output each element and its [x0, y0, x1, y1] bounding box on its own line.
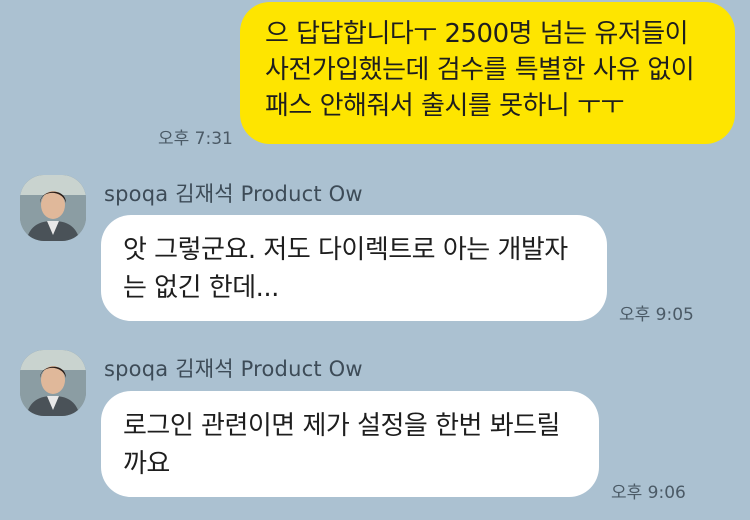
message-timestamp: 오후 9:05 [619, 305, 694, 325]
message-line: 까요 [123, 449, 170, 479]
message-line: 는 없긴 한데... [123, 273, 279, 303]
sender-avatar[interactable] [20, 175, 86, 241]
message-line: 사전가입했는데 검수를 특별한 사유 없이 [265, 55, 695, 85]
message-line: 앗 그렇군요. 저도 다이렉트로 아는 개발자 [123, 235, 568, 265]
outgoing-message-bubble[interactable]: 으 답답합니다ㅜ 2500명 넘는 유저들이 사전가입했는데 검수를 특별한 사… [240, 2, 735, 144]
chat-room: 으 답답합니다ㅜ 2500명 넘는 유저들이 사전가입했는데 검수를 특별한 사… [0, 0, 750, 520]
incoming-message-bubble[interactable]: 앗 그렇군요. 저도 다이렉트로 아는 개발자 는 없긴 한데... [101, 215, 607, 321]
message-timestamp: 오후 9:06 [611, 483, 686, 503]
sender-avatar[interactable] [20, 350, 86, 416]
message-line: 으 답답합니다ㅜ 2500명 넘는 유저들이 [265, 19, 689, 49]
incoming-message-bubble[interactable]: 로그인 관련이면 제가 설정을 한번 봐드릴 까요 [101, 391, 599, 497]
message-line: 로그인 관련이면 제가 설정을 한번 봐드릴 [123, 411, 560, 441]
profile-photo-icon [20, 350, 86, 416]
sender-name: spoqa 김재석 Product Ow [104, 357, 363, 381]
sender-name: spoqa 김재석 Product Ow [104, 182, 363, 206]
profile-photo-icon [20, 175, 86, 241]
message-timestamp: 오후 7:31 [158, 129, 233, 149]
message-line: 패스 안해줘서 출시를 못하니 ㅜㅜ [265, 91, 624, 121]
